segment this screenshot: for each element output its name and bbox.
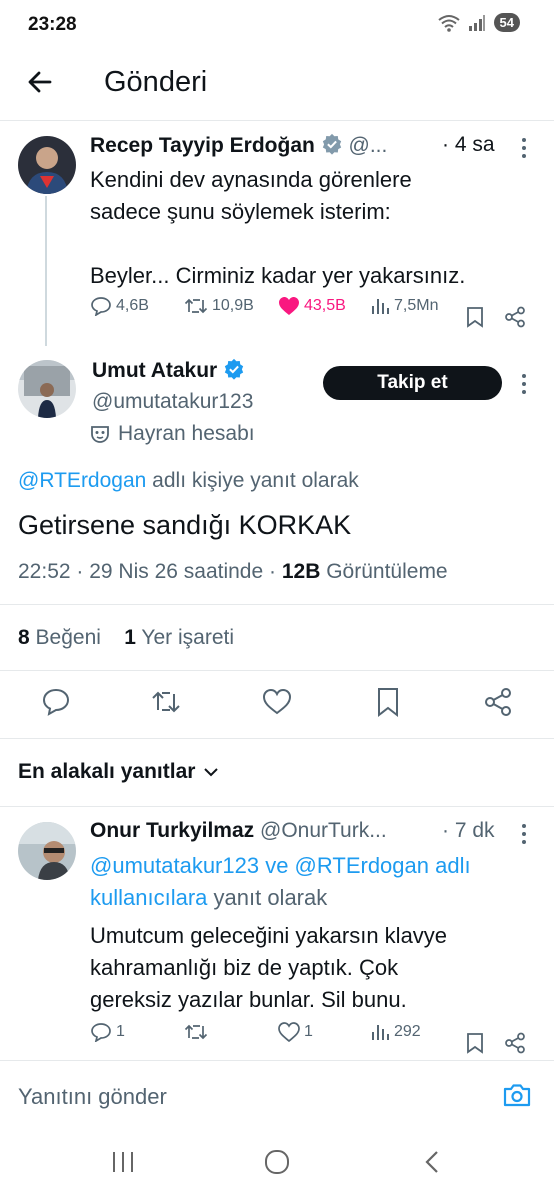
repost-icon[interactable]: [150, 686, 182, 718]
back-arrow-icon[interactable]: [24, 66, 56, 98]
reply-icon[interactable]: [40, 686, 72, 718]
wifi-icon: [437, 14, 460, 32]
reply-context: @umutatakur123 ve @RTErdogan adlı kullan…: [90, 850, 540, 914]
home-icon[interactable]: [264, 1150, 290, 1174]
reply-button[interactable]: 1: [90, 1022, 125, 1042]
share-icon[interactable]: [504, 306, 526, 328]
reply-context: @RTErdogan adlı kişiye yanıt olarak: [18, 469, 359, 492]
post-time: · 4 sa: [442, 133, 495, 156]
header-divider: [0, 120, 554, 121]
system-nav-bar: [0, 1126, 554, 1200]
reply-post-header: Onur Turkyilmaz @OnurTurk...: [90, 819, 387, 843]
views-button[interactable]: 7,5Mn: [370, 296, 438, 316]
post-stats: 8 Beğeni 1 Yer işareti: [18, 626, 234, 650]
parent-post-text: Kendini dev aynasında görenlere sadece ş…: [90, 167, 466, 288]
heart-filled-icon: [279, 297, 299, 315]
more-options-icon[interactable]: [519, 136, 529, 160]
post-meta: 22:52 · 29 Nis 26 saatinde · 12B Görüntü…: [18, 560, 448, 583]
signal-icon: [468, 14, 485, 31]
divider: [0, 806, 554, 807]
more-options-icon[interactable]: [519, 372, 529, 396]
reply-icon: [91, 297, 111, 316]
divider: [0, 1060, 554, 1061]
main-post-header: Umut Atakur: [92, 358, 245, 383]
author-handle[interactable]: @...: [349, 134, 388, 157]
page-title: Gönderi: [104, 66, 208, 98]
divider: [0, 670, 554, 671]
bookmark-icon[interactable]: [465, 306, 485, 328]
heart-icon[interactable]: [261, 686, 293, 718]
author-handle[interactable]: @OnurTurk...: [260, 819, 387, 842]
views-icon: [372, 1025, 389, 1040]
status-time: 23:28: [28, 14, 77, 35]
bookmark-icon[interactable]: [372, 686, 404, 718]
reply-to-link[interactable]: @umutatakur123 ve @RTErdogan adlı: [90, 850, 540, 882]
heart-icon: [278, 1022, 300, 1042]
camera-icon[interactable]: [502, 1080, 532, 1110]
like-button[interactable]: 1: [278, 1022, 313, 1042]
bookmarks-stat[interactable]: 1 Yer işareti: [124, 626, 234, 649]
back-icon[interactable]: [422, 1150, 442, 1174]
status-icons: 54: [437, 13, 520, 32]
author-name[interactable]: Onur Turkyilmaz: [90, 819, 254, 842]
battery-indicator: 54: [493, 13, 520, 32]
thread-line: [45, 196, 47, 346]
divider: [0, 738, 554, 739]
bookmark-icon[interactable]: [465, 1032, 485, 1054]
repost-icon: [184, 1024, 208, 1040]
more-options-icon[interactable]: [519, 822, 529, 846]
repost-button[interactable]: [184, 1022, 208, 1042]
main-post-text: Getirsene sandığı KORKAK: [18, 510, 352, 540]
author-name[interactable]: Recep Tayyip Erdoğan: [90, 134, 315, 157]
chevron-down-icon: [204, 768, 219, 777]
author-handle[interactable]: @umutatakur123: [92, 390, 253, 414]
share-icon[interactable]: [504, 1032, 526, 1054]
replies-sort-dropdown[interactable]: En alakalı yanıtlar: [18, 760, 219, 784]
mask-icon: [91, 426, 109, 443]
recent-apps-icon[interactable]: [110, 1150, 136, 1174]
reply-post-text: Umutcum geleceğini yakarsın klavye kahra…: [90, 923, 448, 1012]
author-name[interactable]: Umut Atakur: [92, 359, 217, 382]
main-post-actions: [0, 686, 554, 726]
reply-input[interactable]: Yanıtını gönder: [18, 1084, 167, 1110]
verified-blue-icon: [224, 358, 244, 380]
views-count: 12B: [281, 560, 321, 583]
reply-to-link[interactable]: @RTErdogan: [18, 469, 146, 492]
reply-composer[interactable]: Yanıtını gönder: [0, 1062, 554, 1126]
status-bar: 23:28 54: [0, 0, 554, 52]
avatar[interactable]: [18, 136, 76, 194]
avatar[interactable]: [18, 822, 76, 880]
post-time: · 7 dk: [442, 819, 495, 842]
views-button[interactable]: 292: [370, 1022, 421, 1042]
repost-button[interactable]: 10,9B: [184, 296, 254, 316]
parent-post-header: Recep Tayyip Erdoğan @...: [90, 133, 387, 158]
reply-button[interactable]: 4,6B: [90, 296, 149, 316]
app-bar: Gönderi: [0, 52, 554, 114]
verified-grey-icon: [322, 133, 341, 155]
avatar[interactable]: [18, 360, 76, 418]
views-icon: [372, 299, 389, 314]
follow-button[interactable]: Takip et: [323, 366, 502, 400]
reply-icon: [91, 1023, 111, 1042]
like-button[interactable]: 43,5B: [278, 296, 346, 316]
repost-icon: [184, 298, 208, 314]
likes-stat[interactable]: 8 Beğeni: [18, 626, 101, 649]
share-icon[interactable]: [482, 686, 514, 718]
divider: [0, 604, 554, 605]
fan-account-badge: Hayran hesabı: [90, 422, 255, 446]
